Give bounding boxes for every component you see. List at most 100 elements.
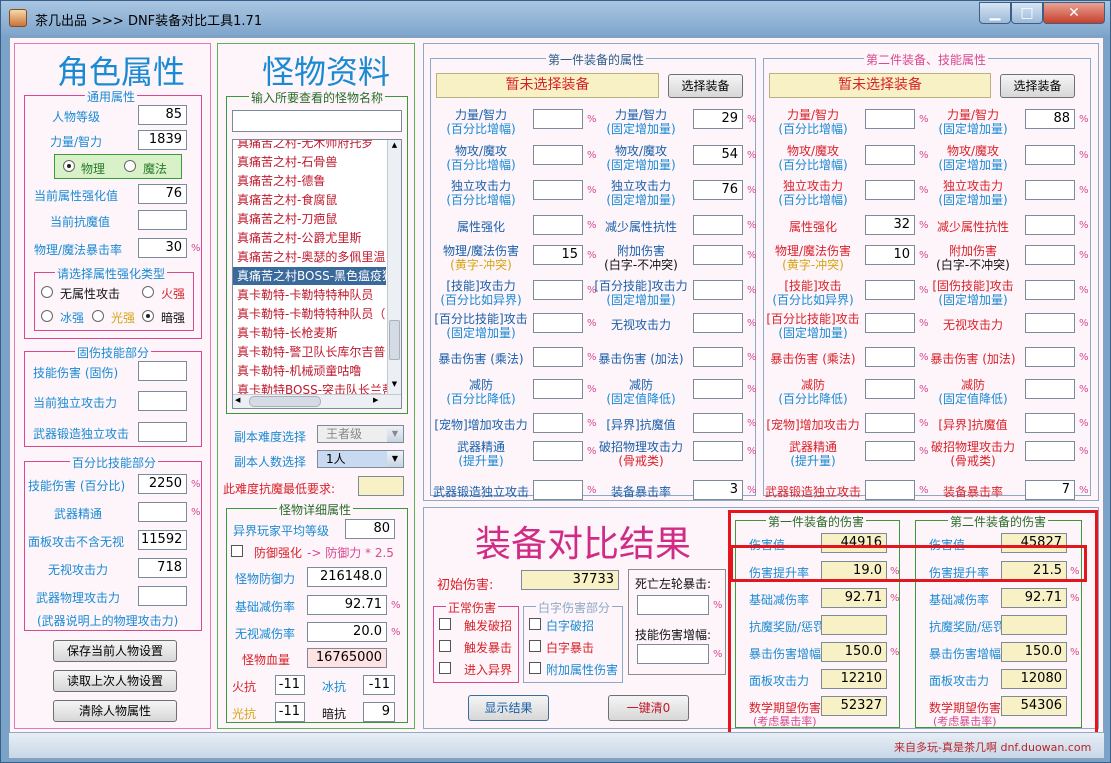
elem-dark-radio[interactable] <box>142 310 154 322</box>
elem-none-radio[interactable] <box>41 286 53 298</box>
equip2-right-input[interactable]: 7 <box>1025 480 1075 500</box>
equip2-right-input[interactable] <box>1025 347 1075 367</box>
str-input[interactable]: 1839 <box>138 130 187 150</box>
equip1-right-input[interactable] <box>693 441 743 461</box>
equip2-left-input[interactable]: 32 <box>865 215 915 235</box>
panel-atk-input[interactable]: 11592 <box>138 530 187 550</box>
equip2-right-input[interactable] <box>1025 145 1075 165</box>
elem-enh-input[interactable]: 76 <box>138 184 187 204</box>
ignore-atk-input[interactable]: 718 <box>138 558 187 578</box>
reset-button[interactable]: 一键清0 <box>608 695 689 721</box>
equip1-left-input[interactable] <box>533 215 583 235</box>
equip2-left-input[interactable] <box>865 280 915 300</box>
equip1-left-input[interactable] <box>533 413 583 433</box>
equip1-right-input[interactable] <box>693 379 743 399</box>
hscroll-thumb[interactable] <box>249 396 321 407</box>
equip2-left-input[interactable] <box>865 441 915 461</box>
equip2-left-input[interactable] <box>865 347 915 367</box>
difficulty-select[interactable]: 王者级 ▼ <box>317 425 404 443</box>
equip1-right-input[interactable] <box>693 215 743 235</box>
equip2-left-input[interactable] <box>865 480 915 500</box>
equip1-right-input[interactable] <box>693 413 743 433</box>
monster-list-item[interactable]: 真卡勒特-警卫队长库尔吉普 <box>237 343 385 361</box>
equip2-right-input[interactable] <box>1025 245 1075 265</box>
equip2-right-input[interactable] <box>1025 215 1075 235</box>
show-result-button[interactable]: 显示结果 <box>468 695 549 721</box>
equip2-left-input[interactable] <box>865 109 915 129</box>
def-input[interactable]: 216148.0 <box>307 567 387 587</box>
equip1-left-input[interactable] <box>533 347 583 367</box>
scroll-left-icon[interactable]: ◀ <box>235 396 245 407</box>
skill-amp-input[interactable] <box>637 644 709 664</box>
phys-radio[interactable] <box>63 160 75 172</box>
scroll-right-icon[interactable]: ▶ <box>373 396 383 407</box>
enter-other-checkbox[interactable] <box>439 662 451 674</box>
monster-list-item[interactable]: 真痛苦之村-刀疤鼠 <box>237 210 337 228</box>
equip2-left-input[interactable] <box>865 379 915 399</box>
players-select[interactable]: 1人 ▼ <box>317 450 404 468</box>
def-enh-checkbox[interactable] <box>231 545 243 557</box>
monster-list[interactable]: 真痛苦之村-无木师府托罗 真痛苦之村-石骨兽 真痛苦之村-德鲁 真痛苦之村-食腐鼠 真痛… <box>232 139 402 409</box>
equip2-right-input[interactable] <box>1025 280 1075 300</box>
load-settings-button[interactable]: 读取上次人物设置 <box>53 670 177 692</box>
monster-list-item[interactable]: 真卡勒特-机械顽童咕噜 <box>237 362 361 380</box>
equip1-right-input[interactable] <box>693 245 743 265</box>
extra-attr-checkbox[interactable] <box>529 662 541 674</box>
dark-res-input[interactable]: 9 <box>363 702 395 722</box>
equip1-right-input[interactable] <box>693 313 743 333</box>
equip1-left-input[interactable] <box>533 280 583 300</box>
elem-ice-radio[interactable] <box>41 310 53 322</box>
crit-input[interactable]: 30 <box>138 238 187 258</box>
magic-radio[interactable] <box>124 160 136 172</box>
equip2-left-input[interactable] <box>865 145 915 165</box>
equip2-left-input[interactable] <box>865 180 915 200</box>
equip1-left-input[interactable] <box>533 109 583 129</box>
avg-level-input[interactable]: 80 <box>345 519 395 539</box>
weapon-forge-input[interactable] <box>138 422 187 442</box>
equip2-left-input[interactable]: 10 <box>865 245 915 265</box>
hp-input[interactable]: 16765000 <box>307 648 387 668</box>
monster-list-item[interactable]: 真痛苦之村-无木师府托罗 <box>237 140 373 152</box>
equip2-right-input[interactable]: 88 <box>1025 109 1075 129</box>
save-settings-button[interactable]: 保存当前人物设置 <box>53 640 177 662</box>
anti-input[interactable] <box>138 210 187 230</box>
weapon-atk-input[interactable] <box>138 586 187 606</box>
minimize-button[interactable]: ▁ <box>979 2 1011 24</box>
equip1-left-input[interactable] <box>533 145 583 165</box>
monster-list-item[interactable]: 真卡勒特-卡勒特特种队员（ <box>237 305 385 323</box>
equip2-right-input[interactable] <box>1025 180 1075 200</box>
monster-list-item[interactable]: 真痛苦之村-石骨兽 <box>237 153 337 171</box>
fixed-skill-dmg-input[interactable] <box>138 361 187 381</box>
equip2-right-input[interactable] <box>1025 313 1075 333</box>
equip1-right-input[interactable]: 29 <box>693 109 743 129</box>
equip2-right-input[interactable] <box>1025 441 1075 461</box>
equip2-left-input[interactable] <box>865 313 915 333</box>
equip1-left-input[interactable] <box>533 379 583 399</box>
close-button[interactable]: ✕ <box>1043 2 1105 24</box>
white-crit-checkbox[interactable] <box>529 640 541 652</box>
equip2-select-button[interactable]: 选择装备 <box>1000 74 1075 98</box>
maximize-button[interactable]: □ <box>1011 2 1043 24</box>
equip1-left-input[interactable] <box>533 441 583 461</box>
monster-list-item[interactable]: 真痛苦之村-公爵尤里斯 <box>237 229 361 247</box>
fire-res-input[interactable]: -11 <box>275 675 305 695</box>
equip1-left-input[interactable]: 15 <box>533 245 583 265</box>
equip1-left-input[interactable] <box>533 313 583 333</box>
monster-search-input[interactable] <box>232 110 402 132</box>
equip2-right-input[interactable] <box>1025 379 1075 399</box>
base-red-input[interactable]: 92.71 <box>307 595 387 615</box>
scroll-up-icon[interactable]: ▲ <box>389 141 400 153</box>
indep-input[interactable] <box>138 391 187 411</box>
trigger-break-checkbox[interactable] <box>439 618 451 630</box>
monster-list-item[interactable]: 真痛苦之村-奥瑟的多佩里温 <box>237 248 385 266</box>
equip2-right-input[interactable] <box>1025 413 1075 433</box>
equip2-left-input[interactable] <box>865 413 915 433</box>
equip1-right-input[interactable]: 3 <box>693 480 743 500</box>
equip1-left-input[interactable] <box>533 480 583 500</box>
elem-fire-radio[interactable] <box>142 286 154 298</box>
elem-light-radio[interactable] <box>92 310 104 322</box>
monster-list-hscroll[interactable]: ◀ ▶ <box>233 394 401 408</box>
ice-res-input[interactable]: -11 <box>363 675 395 695</box>
trigger-crit-checkbox[interactable] <box>439 640 451 652</box>
pct-skill-dmg-input[interactable]: 2250 <box>138 474 187 494</box>
